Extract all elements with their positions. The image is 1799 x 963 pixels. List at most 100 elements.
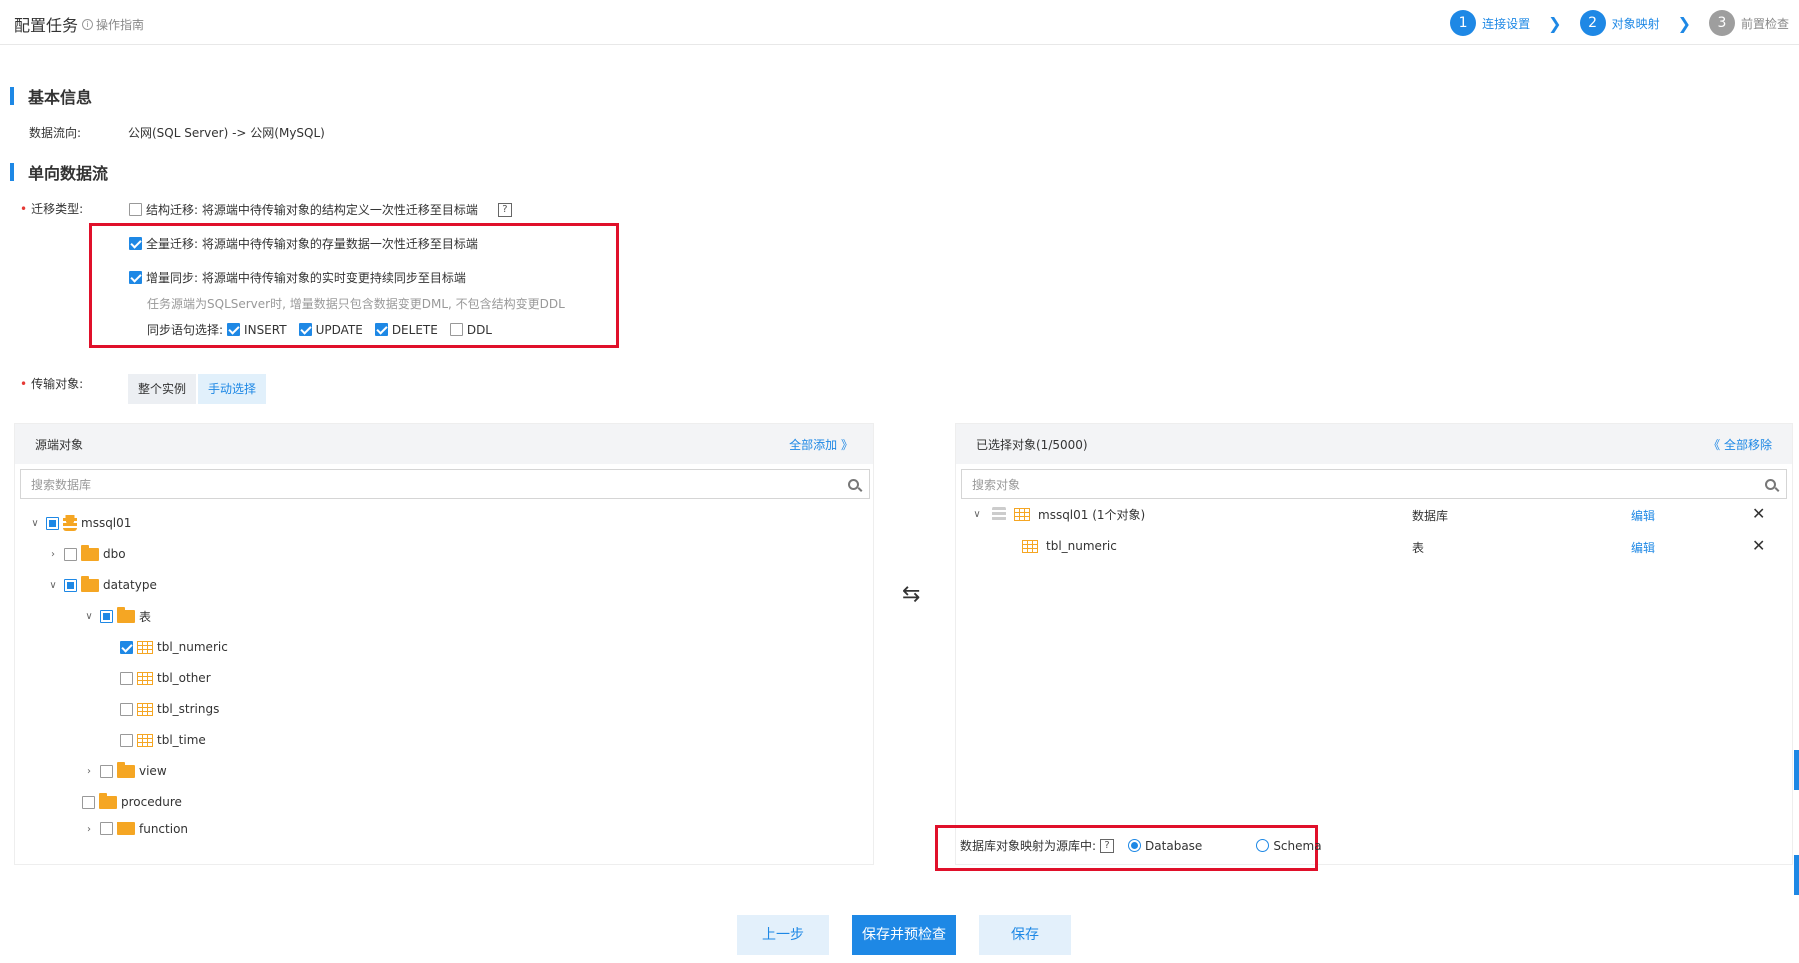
- tree-checkbox[interactable]: [120, 733, 133, 747]
- chevron-down-icon[interactable]: ∨: [970, 507, 984, 521]
- remove-all-button[interactable]: 《 全部移除: [1708, 436, 1772, 453]
- whole-instance-button[interactable]: 整个实例: [128, 374, 197, 404]
- swap-icon[interactable]: ⇆: [902, 582, 920, 607]
- flow-label: 数据流向:: [29, 126, 82, 140]
- option-incremental[interactable]: 增量同步: 将源端中待传输对象的实时变更持续同步至目标端: [129, 269, 466, 286]
- tree-node-dbo[interactable]: › dbo: [46, 544, 126, 564]
- chevron-down-icon[interactable]: ∨: [46, 578, 60, 592]
- tree-checkbox[interactable]: [100, 764, 113, 778]
- guide-link[interactable]: i 操作指南: [82, 16, 144, 33]
- chevron-right-icon: ❯: [1677, 13, 1691, 33]
- close-icon[interactable]: ✕: [1752, 504, 1765, 523]
- chevron-right-icon[interactable]: ›: [82, 822, 96, 836]
- table-icon: [137, 671, 153, 685]
- tree-checkbox[interactable]: [100, 609, 113, 623]
- tree-checkbox[interactable]: [82, 795, 95, 809]
- tree-node-view[interactable]: › view: [82, 761, 167, 781]
- help-icon[interactable]: ?: [1100, 838, 1115, 853]
- tree-checkbox[interactable]: [120, 702, 133, 716]
- source-search-input[interactable]: 搜索数据库: [20, 469, 870, 499]
- add-all-button[interactable]: 全部添加 》: [789, 436, 853, 453]
- folder-icon: [81, 575, 99, 592]
- option-structure[interactable]: 结构迁移: 将源端中待传输对象的结构定义一次性迁移至目标端 ?: [129, 201, 512, 218]
- search-icon[interactable]: [848, 478, 859, 490]
- update-checkbox[interactable]: [298, 323, 312, 336]
- schema-radio[interactable]: [1256, 839, 1270, 852]
- selected-title: 已选择对象(1/5000): [976, 437, 1088, 452]
- help-icon[interactable]: ?: [497, 202, 512, 217]
- migrate-type-label: • 迁移类型:: [20, 202, 84, 216]
- section-oneway: 单向数据流: [10, 160, 108, 184]
- table-icon: [137, 640, 153, 654]
- tree-checkbox[interactable]: [100, 822, 113, 835]
- step-3[interactable]: 3 前置检查: [1708, 10, 1789, 36]
- step-indicator: 1 连接设置 ❯ 2 对象映射 ❯ 3 前置检查: [1450, 10, 1789, 36]
- save-precheck-button[interactable]: 保存并预检查: [852, 915, 956, 955]
- tree-node-tables[interactable]: ∨ 表: [82, 606, 151, 626]
- tree-node-datatype[interactable]: ∨ datatype: [46, 575, 157, 595]
- step-2-label: 对象映射: [1611, 16, 1660, 31]
- save-button[interactable]: 保存: [979, 915, 1071, 955]
- chevron-right-icon[interactable]: ›: [46, 547, 60, 561]
- source-panel-header: 源端对象 全部添加 》: [15, 424, 873, 464]
- transfer-object-label: • 传输对象:: [20, 377, 84, 391]
- selected-row-table[interactable]: tbl_numeric: [1018, 532, 1117, 560]
- section-bar: [10, 163, 14, 181]
- section-bar: [10, 87, 14, 105]
- selected-panel-header: 已选择对象(1/5000) 《 全部移除: [956, 424, 1792, 464]
- selected-search-input[interactable]: 搜索对象: [961, 469, 1787, 499]
- table-icon: [1014, 507, 1030, 521]
- tree-node-procedure[interactable]: procedure: [82, 792, 182, 812]
- tree-checkbox[interactable]: [64, 578, 77, 592]
- database-radio[interactable]: [1128, 839, 1142, 852]
- tree-node-function[interactable]: › function: [82, 822, 188, 836]
- tree-node-tbl-other[interactable]: tbl_other: [120, 668, 211, 688]
- full-checkbox[interactable]: [129, 237, 142, 250]
- transfer-mode-switch: 整个实例 手动选择: [128, 374, 267, 404]
- selected-row-db[interactable]: ∨ mssql01 (1个对象): [970, 500, 1145, 528]
- tree-node-tbl-numeric[interactable]: tbl_numeric: [120, 637, 228, 657]
- folder-icon: [117, 822, 135, 835]
- scroll-indicator[interactable]: [1794, 750, 1799, 790]
- step-3-label: 前置检查: [1740, 16, 1789, 31]
- step-1-number: 1: [1450, 10, 1477, 36]
- prev-button[interactable]: 上一步: [737, 915, 829, 955]
- section-basic-info: 基本信息: [10, 84, 92, 108]
- sync-statements: 同步语句选择: INSERT UPDATE DELETE DDL: [147, 322, 492, 338]
- step-2[interactable]: 2 对象映射: [1579, 10, 1660, 36]
- ddl-checkbox[interactable]: [449, 323, 463, 336]
- page-header: 配置任务 i 操作指南 1 连接设置 ❯ 2 对象映射 ❯ 3 前置检查: [0, 0, 1799, 45]
- edit-link[interactable]: 编辑: [1631, 507, 1655, 524]
- step-1[interactable]: 1 连接设置: [1450, 10, 1530, 36]
- option-full[interactable]: 全量迁移: 将源端中待传输对象的存量数据一次性迁移至目标端: [129, 235, 478, 252]
- manual-select-button[interactable]: 手动选择: [198, 374, 267, 404]
- close-icon[interactable]: ✕: [1752, 536, 1765, 555]
- step-3-number: 3: [1708, 10, 1735, 36]
- tree-checkbox[interactable]: [120, 640, 133, 654]
- chevron-down-icon[interactable]: ∨: [82, 609, 96, 623]
- delete-checkbox[interactable]: [374, 323, 388, 336]
- section-title: 基本信息: [28, 88, 93, 107]
- tree-checkbox[interactable]: [46, 516, 59, 530]
- structure-checkbox[interactable]: [129, 203, 142, 216]
- tree-node-tbl-time[interactable]: tbl_time: [120, 730, 206, 750]
- incremental-checkbox[interactable]: [129, 271, 142, 284]
- incremental-note: 任务源端为SQLServer时, 增量数据只包含数据变更DML, 不包含结构变更…: [147, 297, 565, 311]
- insert-checkbox[interactable]: [227, 323, 241, 336]
- tree-node-root[interactable]: ∨ mssql01: [28, 513, 131, 533]
- source-title: 源端对象: [35, 437, 84, 452]
- tree-checkbox[interactable]: [120, 671, 133, 685]
- edit-link[interactable]: 编辑: [1631, 539, 1655, 556]
- tree-checkbox[interactable]: [64, 547, 77, 561]
- tree-node-tbl-strings[interactable]: tbl_strings: [120, 699, 219, 719]
- chevron-down-icon[interactable]: ∨: [28, 516, 42, 530]
- table-icon: [137, 733, 153, 747]
- chevron-right-icon[interactable]: ›: [82, 764, 96, 778]
- table-icon: [1022, 539, 1038, 553]
- page-title: 配置任务: [14, 16, 79, 35]
- scroll-indicator[interactable]: [1794, 855, 1799, 895]
- folder-icon: [81, 544, 99, 561]
- folder-icon: [117, 606, 135, 623]
- search-icon[interactable]: [1765, 478, 1776, 490]
- chevron-right-icon: ❯: [1548, 13, 1562, 33]
